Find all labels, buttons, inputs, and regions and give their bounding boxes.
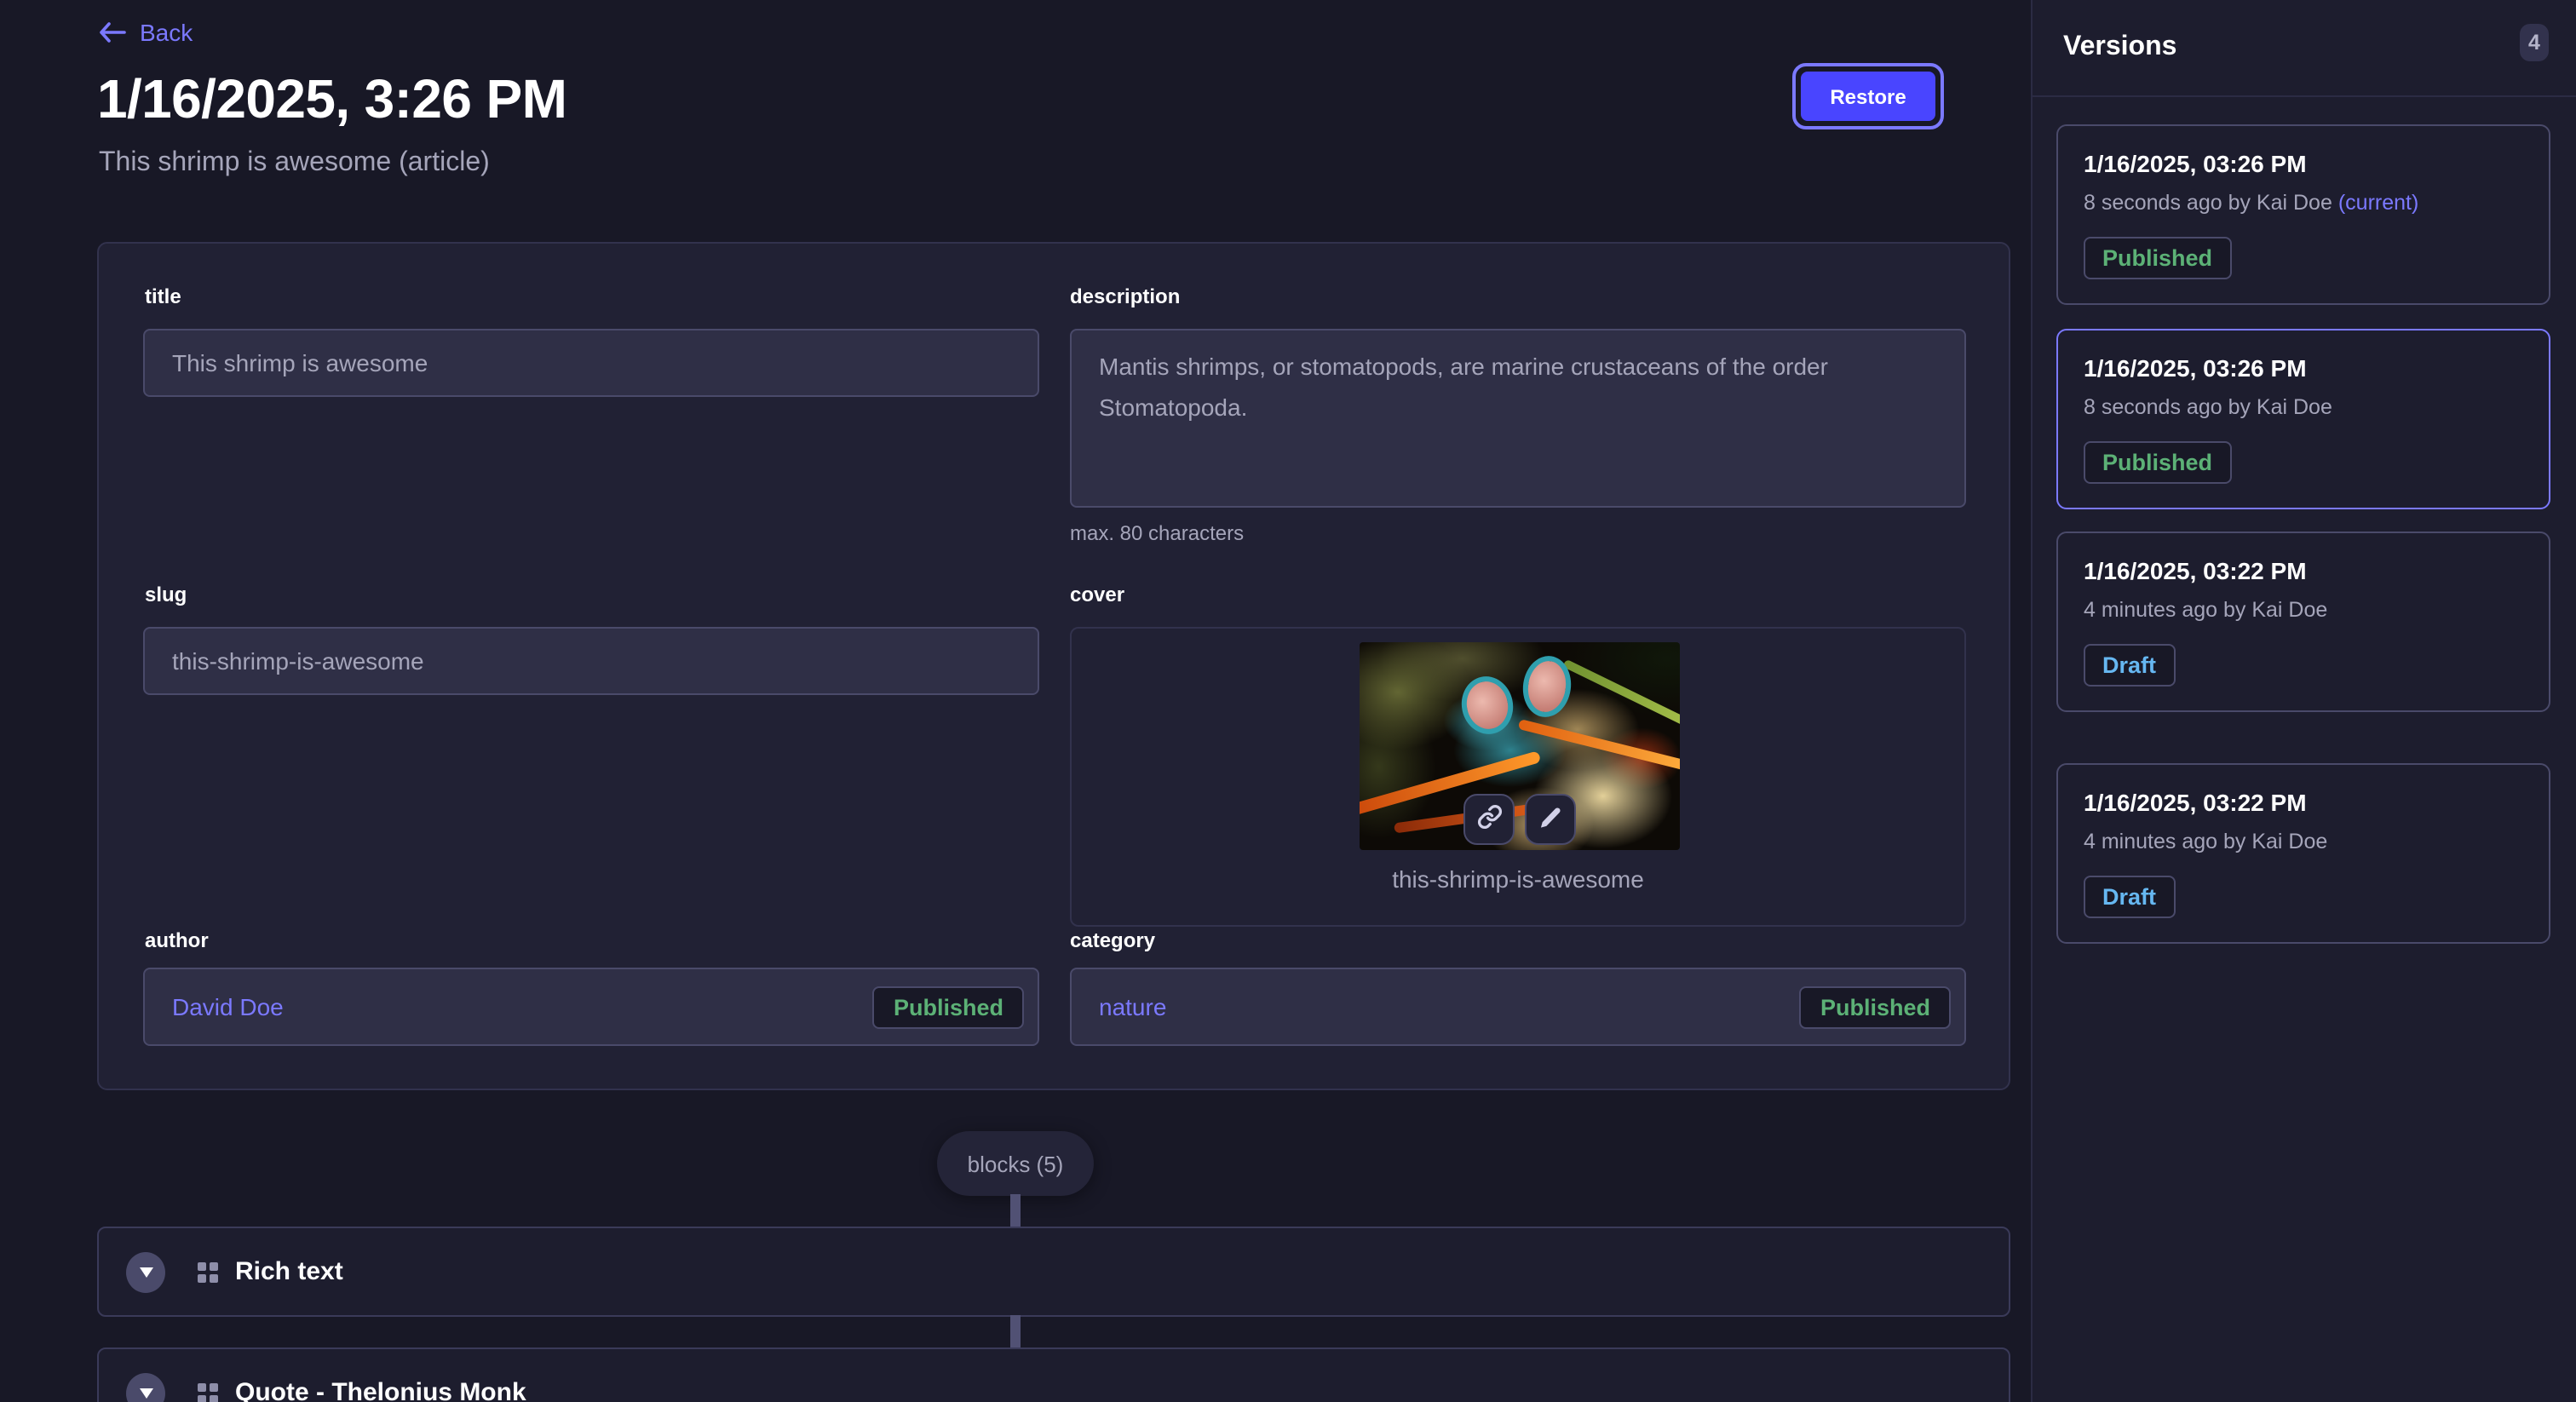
expand-block-button[interactable] <box>126 1251 165 1292</box>
version-status-badge: Published <box>2084 441 2231 484</box>
cover-field: this-shrimp-is-awesome <box>1070 627 1966 927</box>
version-date: 1/16/2025, 03:26 PM <box>2084 150 2523 177</box>
history-page: Back 1/16/2025, 3:26 PM This shrimp is a… <box>0 0 2576 1402</box>
author-status-badge: Published <box>873 985 1024 1028</box>
version-date: 1/16/2025, 03:26 PM <box>2084 354 2523 382</box>
block-quote[interactable]: Quote - Thelonius Monk <box>97 1347 2010 1402</box>
versions-panel: Versions 4 1/16/2025, 03:26 PM 8 seconds… <box>2031 0 2576 1402</box>
chevron-down-icon <box>139 1388 152 1398</box>
version-fields-card: title description Mantis shrimps, or sto… <box>97 242 2010 1090</box>
pencil-icon <box>1538 805 1562 834</box>
description-textarea[interactable]: Mantis shrimps, or stomatopods, are mari… <box>1070 329 1966 508</box>
cover-caption: this-shrimp-is-awesome <box>1072 865 1964 893</box>
category-relation: nature Published <box>1070 968 1966 1046</box>
page-title: 1/16/2025, 3:26 PM <box>97 68 566 131</box>
back-label: Back <box>140 19 193 46</box>
back-arrow-icon <box>99 22 126 43</box>
cover-label: cover <box>1070 583 1124 606</box>
block-rich-text[interactable]: Rich text <box>97 1227 2010 1317</box>
version-date: 1/16/2025, 03:22 PM <box>2084 557 2523 584</box>
blocks-connector-line <box>1010 1194 1021 1228</box>
version-card[interactable]: 1/16/2025, 03:26 PM 8 seconds ago by Kai… <box>2056 124 2550 305</box>
blocks-count-pill: blocks (5) <box>937 1131 1094 1196</box>
version-date: 1/16/2025, 03:22 PM <box>2084 789 2523 816</box>
block-label: Quote - Thelonius Monk <box>235 1378 526 1402</box>
author-label: author <box>145 928 209 952</box>
author-relation: David Doe Published <box>143 968 1039 1046</box>
restore-button[interactable]: Restore <box>1801 72 1935 121</box>
chevron-down-icon <box>139 1267 152 1277</box>
versions-list: 1/16/2025, 03:26 PM 8 seconds ago by Kai… <box>2056 124 2550 944</box>
version-card[interactable]: 1/16/2025, 03:22 PM 4 minutes ago by Kai… <box>2056 763 2550 944</box>
title-input[interactable] <box>143 329 1039 397</box>
back-link[interactable]: Back <box>99 19 193 46</box>
divider <box>2033 95 2576 97</box>
drag-handle-icon[interactable] <box>198 1261 218 1282</box>
copy-link-button[interactable] <box>1463 794 1515 845</box>
edit-image-button[interactable] <box>1525 794 1576 845</box>
link-icon <box>1476 804 1502 835</box>
version-status-badge: Draft <box>2084 876 2175 918</box>
slug-label: slug <box>145 583 187 606</box>
blocks-connector-line <box>1010 1315 1021 1349</box>
cover-actions <box>1463 794 1576 845</box>
version-card-selected[interactable]: 1/16/2025, 03:26 PM 8 seconds ago by Kai… <box>2056 329 2550 509</box>
description-hint: max. 80 characters <box>1070 521 1244 545</box>
version-meta: 8 seconds ago by Kai Doe <box>2084 395 2523 419</box>
page-subtitle: This shrimp is awesome (article) <box>99 148 490 179</box>
category-link[interactable]: nature <box>1099 993 1166 1020</box>
version-meta: 4 minutes ago by Kai Doe <box>2084 830 2523 853</box>
version-status-badge: Draft <box>2084 644 2175 687</box>
slug-input[interactable] <box>143 627 1039 695</box>
version-status-badge: Published <box>2084 237 2231 279</box>
block-label: Rich text <box>235 1257 343 1286</box>
author-link[interactable]: David Doe <box>172 993 284 1020</box>
current-version-tag: (current) <box>2338 191 2418 215</box>
category-status-badge: Published <box>1800 985 1951 1028</box>
expand-block-button[interactable] <box>126 1372 165 1402</box>
version-meta: 4 minutes ago by Kai Doe <box>2084 598 2523 622</box>
versions-count-badge: 4 <box>2520 24 2549 61</box>
drag-handle-icon[interactable] <box>198 1382 218 1402</box>
version-card[interactable]: 1/16/2025, 03:22 PM 4 minutes ago by Kai… <box>2056 531 2550 712</box>
version-meta: 8 seconds ago by Kai Doe (current) <box>2084 191 2523 215</box>
title-label: title <box>145 284 181 308</box>
restore-button-focus-ring: Restore <box>1792 63 1944 129</box>
description-label: description <box>1070 284 1180 308</box>
versions-panel-title: Versions <box>2063 32 2176 63</box>
category-label: category <box>1070 928 1155 952</box>
